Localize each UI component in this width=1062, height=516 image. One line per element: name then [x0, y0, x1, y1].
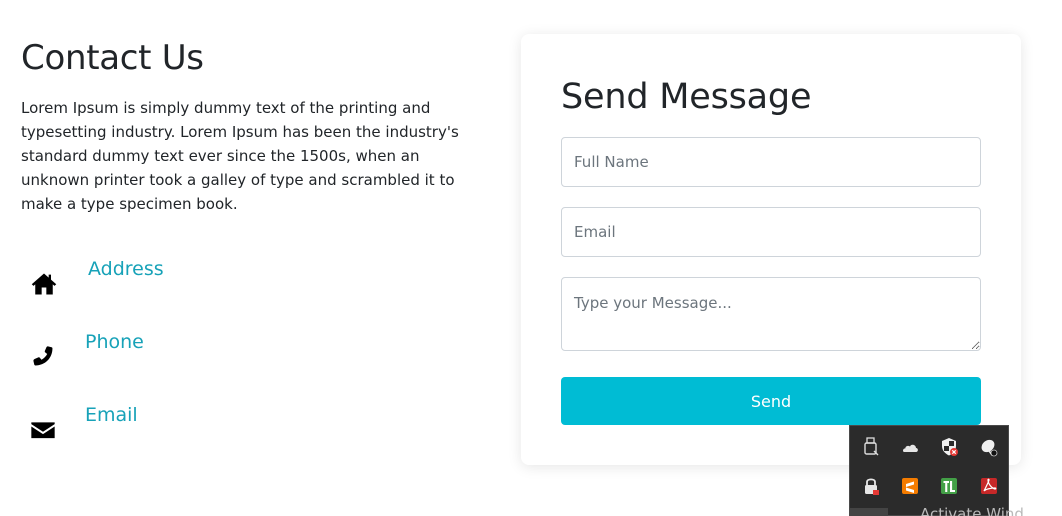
contact-item-label: Phone — [85, 331, 144, 353]
email-input[interactable] — [561, 207, 981, 257]
sublime-text-icon[interactable] — [899, 475, 921, 497]
usb-drive-icon[interactable] — [860, 436, 882, 458]
tray-selection-highlight — [850, 508, 888, 516]
form-title: Send Message — [561, 77, 812, 117]
contact-item-label: Email — [85, 404, 138, 426]
acrobat-reader-icon[interactable] — [978, 475, 1000, 497]
tl-app-icon[interactable] — [938, 475, 960, 497]
lock-app-icon[interactable] — [860, 475, 882, 497]
satellite-dish-icon[interactable] — [978, 436, 1000, 458]
home-icon — [30, 270, 58, 298]
contact-page: Contact Us Lorem Ipsum is simply dummy t… — [0, 0, 1062, 516]
contact-description: Lorem Ipsum is simply dummy text of the … — [21, 99, 459, 213]
full-name-input[interactable] — [561, 137, 981, 187]
send-message-card: Send Message Send — [521, 34, 1021, 465]
activation-watermark: Activate Wind — [920, 505, 1024, 516]
phone-icon — [29, 342, 57, 370]
send-button[interactable]: Send — [561, 377, 981, 425]
contact-info-section: Contact Us Lorem Ipsum is simply dummy t… — [21, 36, 471, 216]
security-shield-icon[interactable] — [938, 436, 960, 458]
envelope-icon — [29, 416, 57, 444]
contact-item-label: Address — [88, 258, 164, 280]
page-title: Contact Us — [21, 38, 204, 78]
message-textarea[interactable] — [561, 277, 981, 351]
system-tray-overflow — [849, 425, 1009, 516]
onedrive-cloud-icon[interactable] — [899, 436, 921, 458]
